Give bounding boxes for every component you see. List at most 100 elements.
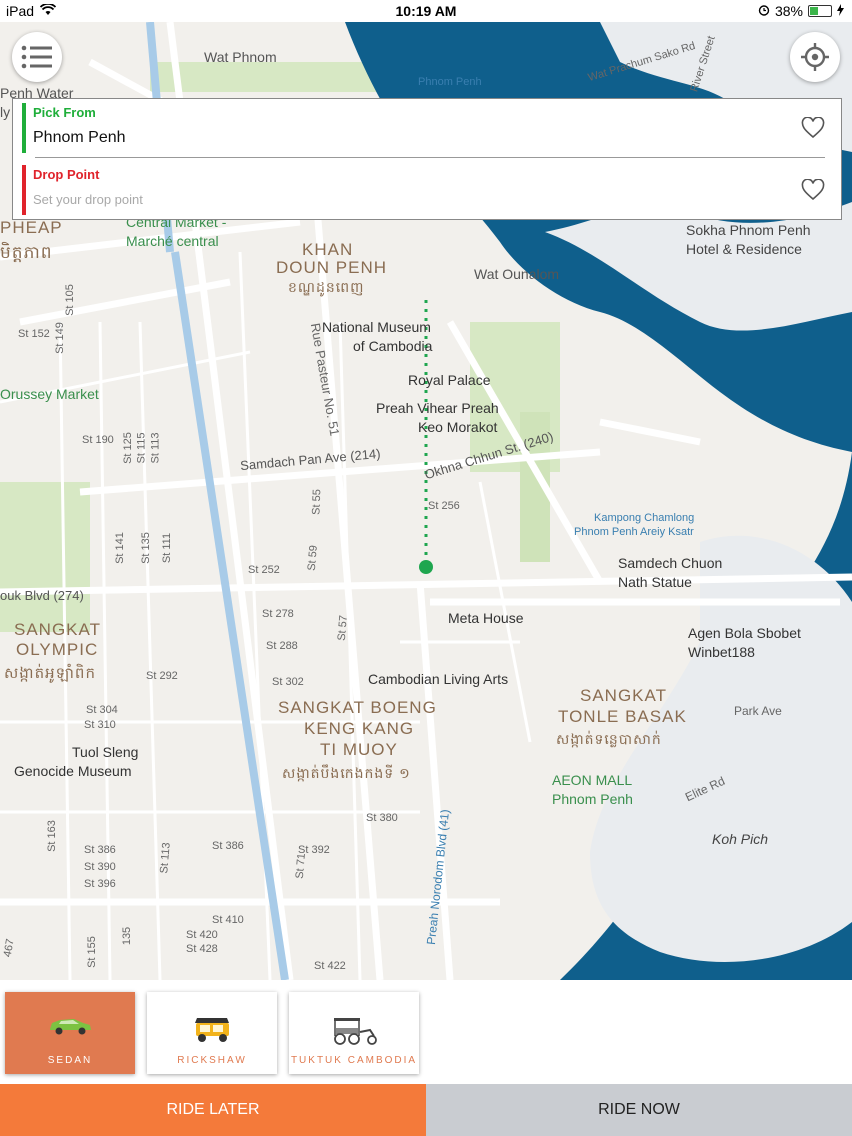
- map-label: St 302: [272, 676, 304, 688]
- ride-now-button[interactable]: RIDE NOW: [426, 1084, 852, 1136]
- map-label: Koh Pich: [712, 831, 769, 847]
- map-label: មិត្តភាព: [0, 243, 53, 262]
- map-label: St 113: [149, 432, 162, 464]
- map-label: St 105: [63, 284, 76, 316]
- map-label: Cambodian Living Arts: [368, 671, 509, 687]
- map-label: Samdech Chuon: [618, 555, 723, 571]
- map-label: St 428: [186, 943, 218, 955]
- map-label: St 163: [45, 820, 58, 852]
- map-label: Agen Bola Sbobet: [688, 625, 801, 641]
- map-label: St 278: [262, 608, 294, 620]
- dropoff-row[interactable]: Drop Point: [13, 161, 841, 219]
- map-label: St 125: [121, 432, 134, 464]
- map-label: St 386: [84, 844, 116, 856]
- map-label: 135: [121, 926, 134, 946]
- map-label: Royal Palace: [408, 372, 491, 388]
- map-label: Hotel & Residence: [686, 241, 802, 257]
- map-label: PHEAP: [0, 218, 63, 237]
- map-label: St 135: [139, 532, 152, 564]
- map-label: St 310: [84, 719, 116, 731]
- map-label: DOUN PENH: [276, 258, 388, 277]
- map-label: Wat Ounalom: [474, 266, 560, 282]
- ride-later-button[interactable]: RIDE LATER: [0, 1084, 426, 1136]
- map-label: Nath Statue: [618, 574, 692, 590]
- map-label: Preah Vihear Preah: [376, 400, 499, 416]
- locate-icon: [801, 43, 829, 71]
- map-label: SANGKAT: [14, 620, 101, 639]
- tuktuk-icon: [334, 1018, 377, 1045]
- vehicle-option-tuktuk[interactable]: TUKTUK CAMBODIA: [289, 992, 419, 1074]
- map-label: SANGKAT: [580, 686, 667, 705]
- map-label: St 71: [293, 852, 308, 880]
- map-label: St 422: [314, 960, 346, 972]
- vehicle-selector: SEDAN RICKSHAW TUKTUK CAMBODIA: [0, 980, 852, 1084]
- card-divider: [35, 157, 825, 158]
- map-label: Marché central: [126, 233, 219, 249]
- map-label: St 152: [18, 328, 50, 340]
- dropoff-accent-bar: [22, 165, 26, 215]
- dropoff-input[interactable]: [33, 192, 733, 207]
- map-label: OLYMPIC: [16, 640, 99, 659]
- map-label: St 141: [113, 532, 126, 564]
- rickshaw-icon: [195, 1018, 229, 1042]
- map-label: TONLE BASAK: [558, 707, 687, 726]
- map-label: St 149: [53, 322, 66, 354]
- pickup-row[interactable]: Pick From Phnom Penh: [13, 99, 841, 157]
- dropoff-favorite-button[interactable]: [801, 178, 825, 206]
- status-bar: iPad 10:19 AM 38%: [0, 0, 852, 22]
- map-label: Genocide Museum: [14, 763, 132, 779]
- map-label: សង្កាត់បឹងកេងកងទី ១: [282, 765, 411, 781]
- map-label: St 380: [366, 812, 398, 824]
- map-label: of Cambodia: [353, 338, 433, 354]
- dropoff-title: Drop Point: [33, 167, 100, 182]
- map-label: St 55: [310, 488, 324, 516]
- map-label: National Museum: [322, 319, 431, 335]
- map-label: Tuol Sleng: [72, 744, 139, 760]
- vehicle-label: TUKTUK CAMBODIA: [290, 1055, 418, 1066]
- vehicle-option-rickshaw[interactable]: RICKSHAW: [147, 992, 277, 1074]
- status-right: 38%: [758, 3, 844, 19]
- map-label: KHAN: [302, 240, 354, 259]
- vehicle-option-sedan[interactable]: SEDAN: [5, 992, 135, 1074]
- battery-percent: 38%: [774, 3, 803, 19]
- map-label: Sokha Phnom Penh: [686, 222, 811, 238]
- map-label: Winbet188: [688, 644, 755, 660]
- alarm-icon: [758, 3, 770, 19]
- charging-icon: [837, 3, 844, 19]
- map-label: KENG KANG: [304, 719, 415, 738]
- map-label: Meta House: [448, 610, 524, 626]
- map-label: សង្កាត់អូឡាំពិក: [4, 665, 96, 682]
- car-icon: [50, 1019, 91, 1035]
- map-label: SANGKAT BOENG: [278, 698, 437, 717]
- map-label: St 288: [266, 640, 298, 652]
- location-card: Pick From Phnom Penh Drop Point: [12, 98, 842, 220]
- heart-icon: [801, 178, 825, 201]
- vehicle-label: RICKSHAW: [177, 1055, 247, 1066]
- battery-level: [810, 7, 818, 15]
- pickup-title: Pick From: [33, 105, 96, 120]
- menu-icon: [21, 45, 52, 69]
- map-label: Park Ave: [734, 704, 782, 718]
- map-label: St 396: [84, 878, 116, 890]
- map-label: សង្កាត់ទន្លេបាសាក់: [556, 731, 662, 747]
- map-label: St 386: [212, 840, 244, 852]
- map-label: Phnom Penh: [552, 791, 633, 807]
- pickup-value[interactable]: Phnom Penh: [33, 129, 126, 147]
- battery-icon: [808, 5, 832, 17]
- map-label: St 410: [212, 914, 244, 926]
- map-label: St 252: [248, 564, 280, 576]
- map-label: ouk Blvd (274): [0, 588, 84, 603]
- map-label: St 256: [428, 500, 460, 512]
- map-label: ly: [0, 104, 11, 120]
- map-label: St 420: [186, 929, 218, 941]
- pickup-accent-bar: [22, 103, 26, 153]
- map-label: Kampong Chamlong: [594, 512, 695, 524]
- map-label: AEON MALL: [552, 772, 633, 788]
- pickup-favorite-button[interactable]: [801, 116, 825, 144]
- menu-button[interactable]: [12, 32, 62, 82]
- vehicle-label: SEDAN: [47, 1055, 93, 1066]
- map-label: Phnom Penh: [418, 76, 482, 88]
- locate-button[interactable]: [790, 32, 840, 82]
- map-label: St 59: [305, 544, 320, 572]
- map-label: St 390: [84, 861, 116, 873]
